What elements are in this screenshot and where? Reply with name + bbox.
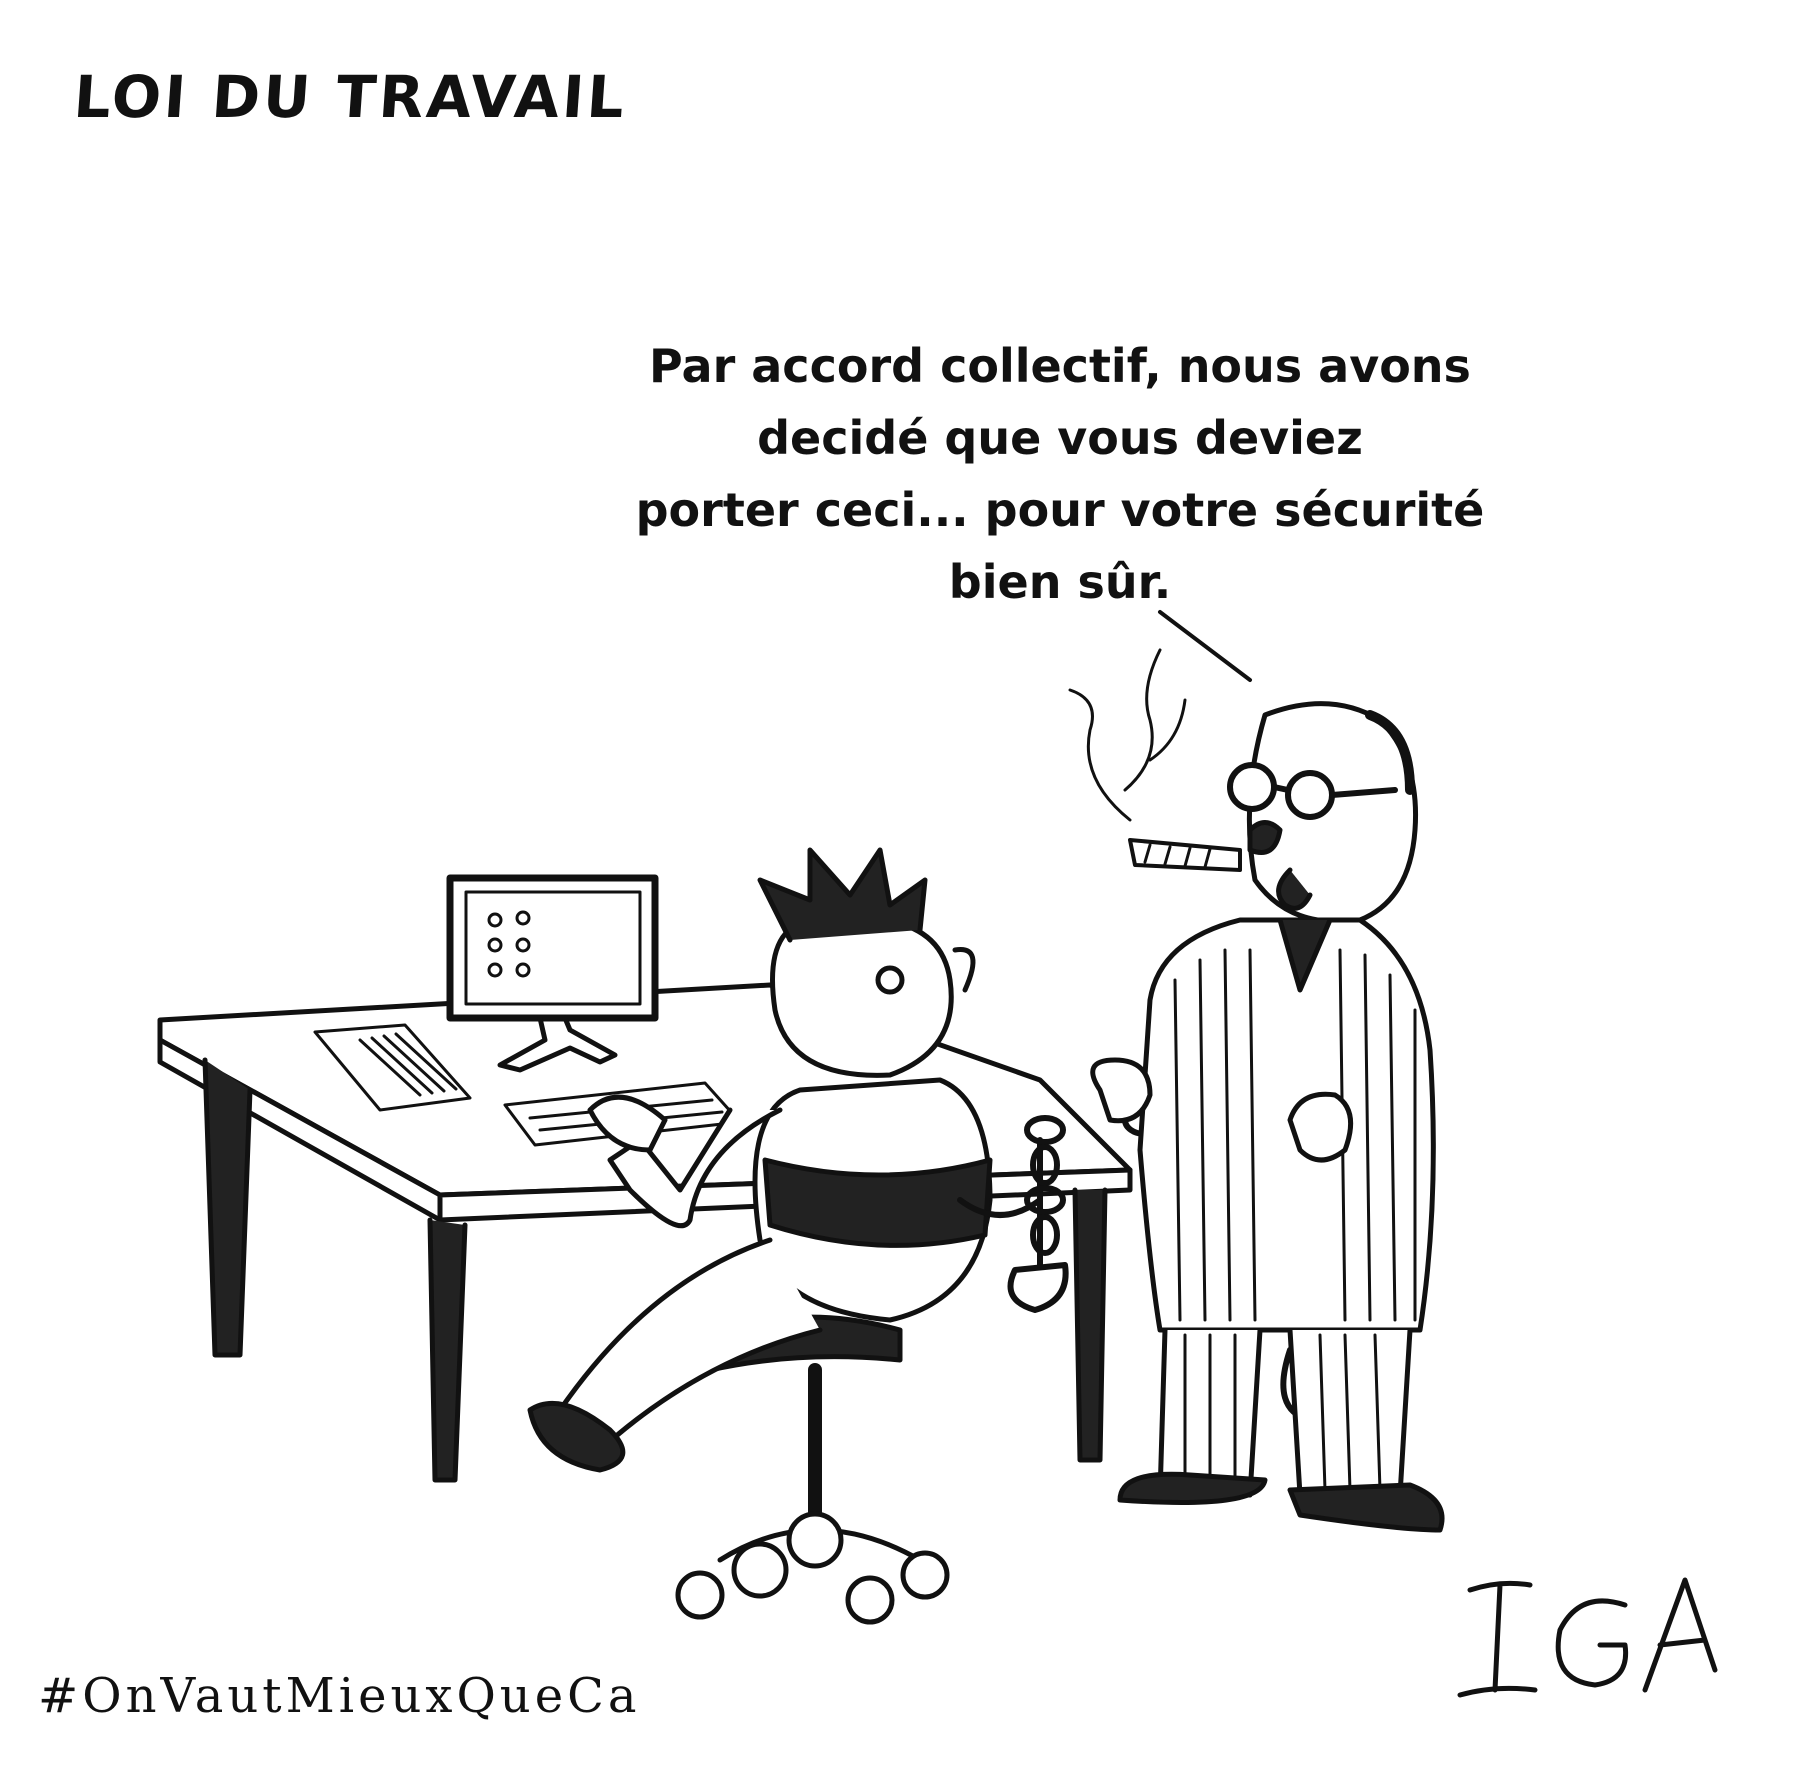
boss-figure [1068, 648, 1445, 1533]
hashtag-caption: #OnVautMieuxQueCa [38, 1668, 641, 1724]
artist-signature [1457, 1577, 1718, 1698]
cartoon-illustration [157, 610, 1445, 1625]
speech-pointer [1158, 610, 1252, 682]
